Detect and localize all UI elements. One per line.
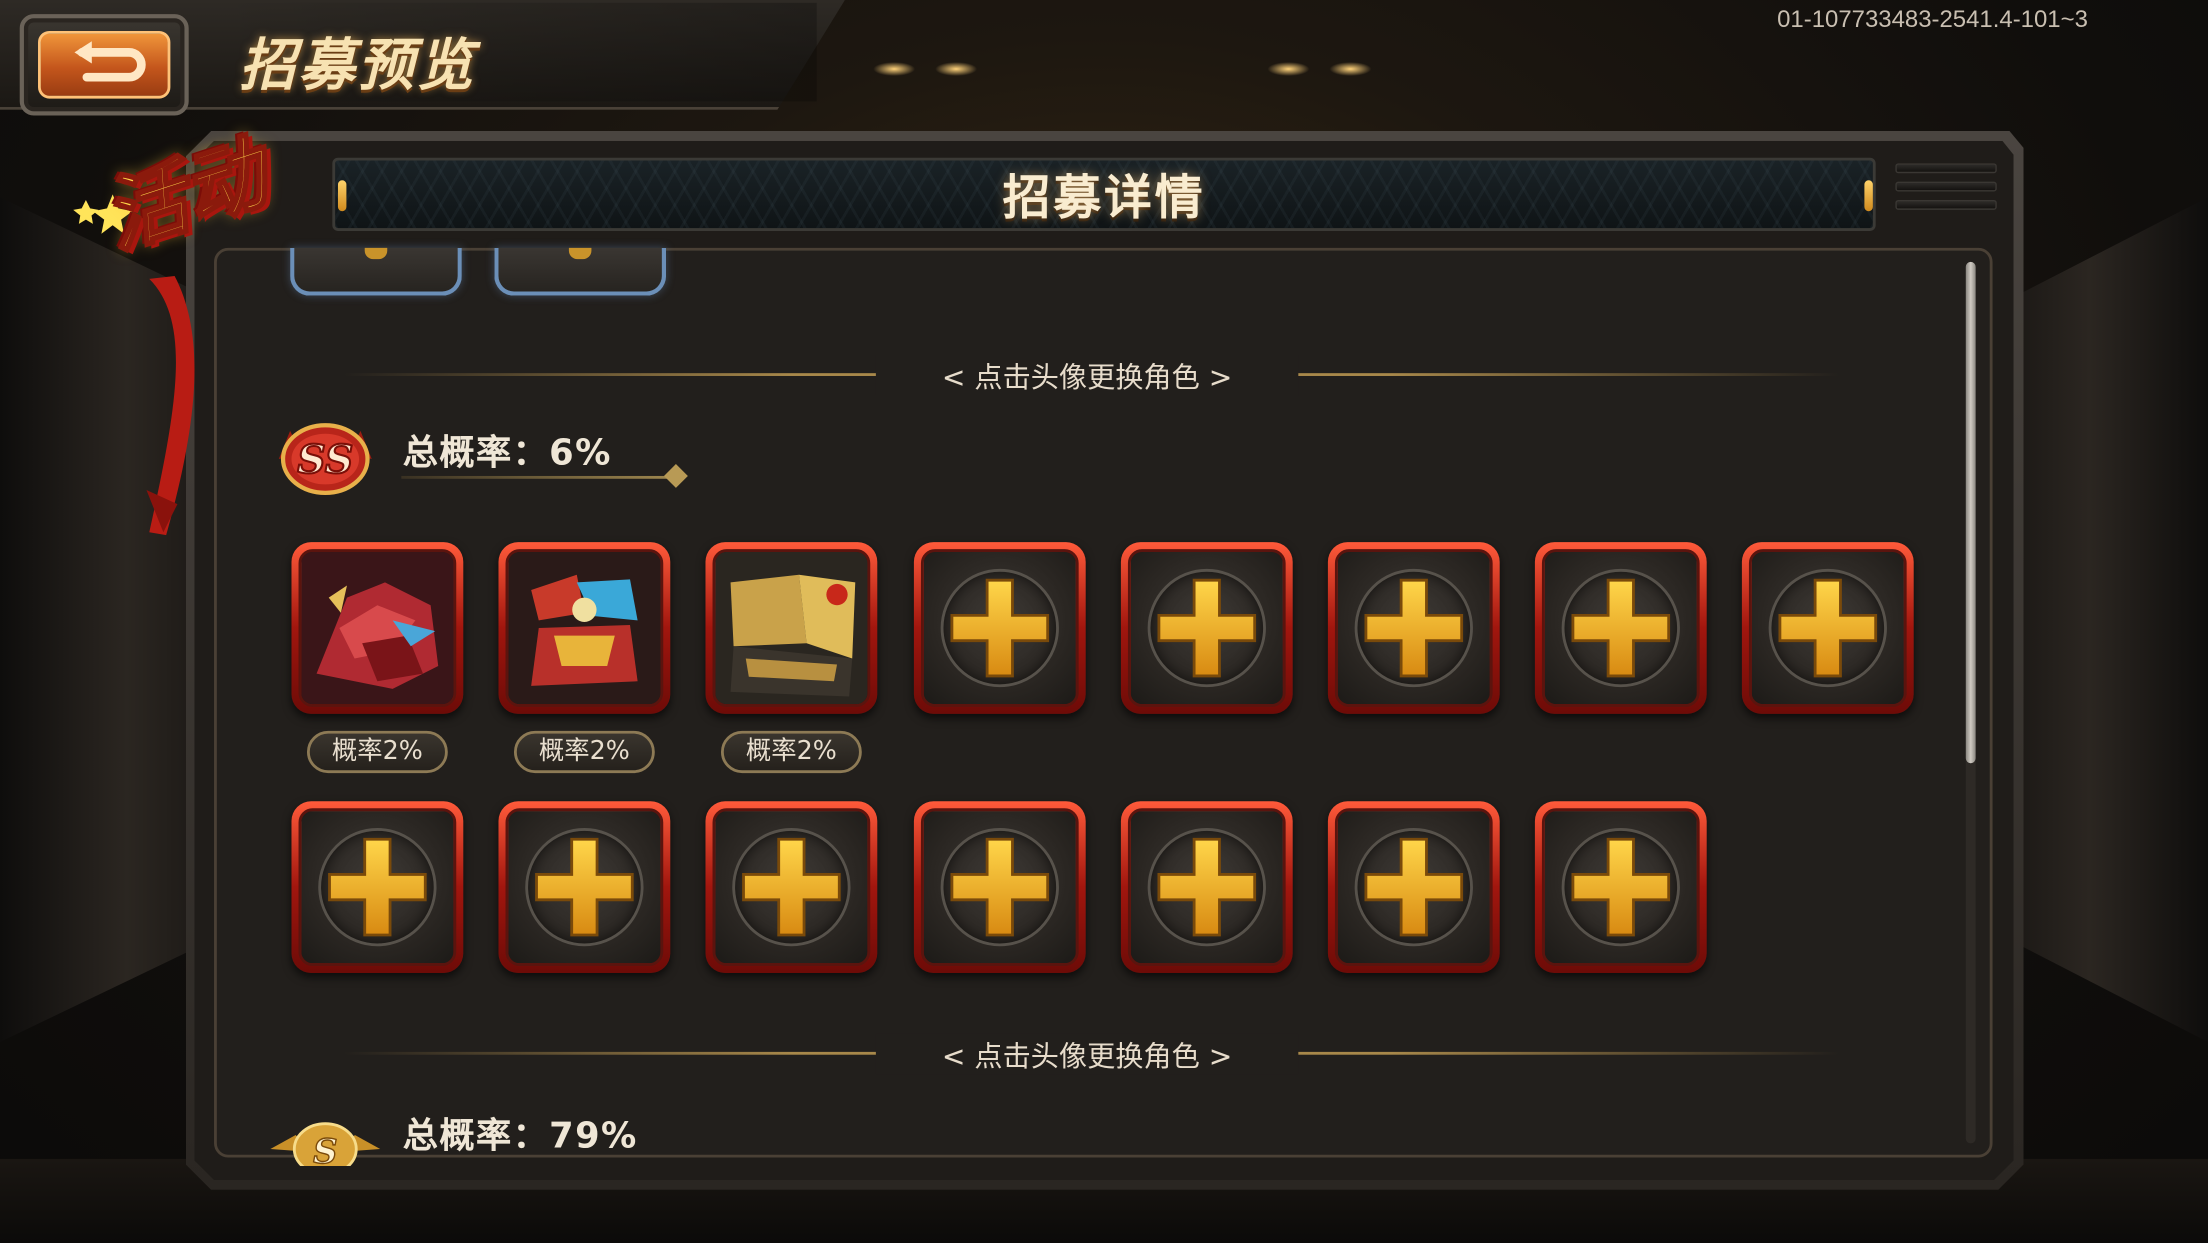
empty-character-slot[interactable]: [1120, 542, 1293, 714]
plus-icon: [950, 837, 1050, 937]
build-id-text: 01-107733483-2541.4-101~3: [1777, 5, 2088, 33]
hint-text: < 点击头像更换角色 >: [875, 1033, 1299, 1075]
svg-text:S: S: [313, 1131, 337, 1166]
ceiling-light: [873, 61, 916, 77]
back-arrow-icon: [74, 41, 146, 82]
plus-icon: [1157, 837, 1257, 937]
plus-icon: [1571, 578, 1671, 678]
probability-tag: 概率2%: [513, 730, 655, 774]
hint-text: < 点击头像更换角色 >: [875, 354, 1299, 396]
back-button-face[interactable]: [38, 30, 171, 99]
empty-character-slot[interactable]: [705, 801, 878, 974]
background-right-wall: [2010, 197, 2208, 1043]
plus-icon: [1364, 837, 1464, 937]
ceiling-light: [1329, 61, 1372, 77]
prev-tier-slot[interactable]: [494, 247, 667, 296]
character-slot-3[interactable]: [705, 542, 878, 714]
ceiling-light: [1267, 61, 1310, 77]
plus-icon: [950, 578, 1050, 678]
plus-icon: [1778, 578, 1878, 678]
plus-icon: [535, 837, 634, 937]
empty-character-slot[interactable]: [1327, 542, 1500, 714]
plus-icon: [1364, 578, 1464, 678]
game-screen: 招募预览 01-107733483-2541.4-101~3 招募详情 < 点击…: [0, 0, 2208, 1243]
plus-icon: [1571, 837, 1671, 937]
menu-lines-icon: [1895, 163, 1997, 228]
back-button[interactable]: [19, 14, 189, 116]
empty-character-slot[interactable]: [291, 801, 464, 974]
empty-character-slot[interactable]: [1534, 801, 1707, 974]
panel-title: 招募详情: [1002, 170, 1206, 227]
character-slot-2[interactable]: [498, 542, 671, 714]
s-tier-badge-icon: S: [270, 1122, 381, 1166]
empty-character-slot[interactable]: [498, 801, 671, 974]
ss-total-rate: 总概率：6%: [402, 432, 612, 474]
probability-tag: 概率2%: [720, 730, 862, 774]
empty-character-slot[interactable]: [913, 542, 1086, 714]
character-portrait: [508, 551, 661, 705]
plus-icon: [328, 837, 427, 937]
page-title: 招募预览: [239, 32, 476, 99]
empty-character-slot[interactable]: [913, 801, 1086, 974]
empty-character-slot[interactable]: [1327, 801, 1500, 974]
empty-character-slot[interactable]: [1120, 801, 1293, 974]
empty-character-slot[interactable]: [1741, 542, 1914, 714]
plus-icon: [1157, 578, 1257, 678]
plus-icon: [742, 837, 841, 937]
character-portrait: [301, 551, 454, 705]
scrollbar-thumb[interactable]: [1965, 261, 1976, 764]
probability-tag: 概率2%: [306, 730, 448, 774]
s-total-rate: 总概率：79%: [402, 1115, 638, 1157]
character-slot-1[interactable]: [291, 542, 464, 714]
rate-underline: [401, 475, 678, 479]
empty-character-slot[interactable]: [1534, 542, 1707, 714]
header-tick-right: [1864, 180, 1873, 212]
ceiling-light: [935, 61, 978, 77]
character-portrait: [715, 551, 868, 705]
